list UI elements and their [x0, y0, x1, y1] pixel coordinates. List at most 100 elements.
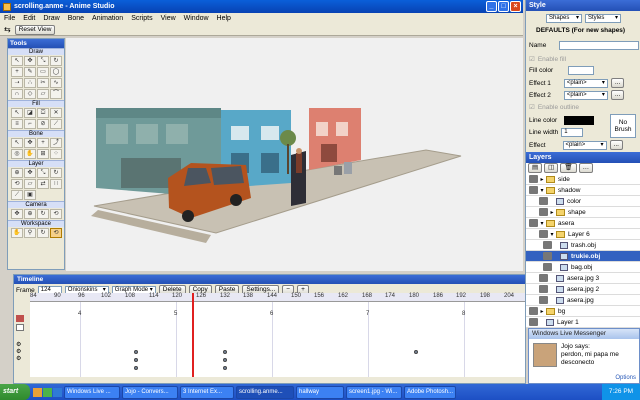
keyframe[interactable]	[134, 358, 138, 362]
zoom-camera-icon[interactable]: ⊕	[24, 209, 36, 219]
translate-bone-icon[interactable]: ✥	[24, 138, 36, 148]
task-scrolling-anme[interactable]: scrolling.anme...	[236, 385, 294, 399]
visibility-icon[interactable]	[539, 274, 548, 282]
task-screen1-jpg[interactable]: screen1.jpg - Wi...	[346, 385, 402, 399]
bone-strength-icon[interactable]: ◎	[11, 149, 23, 159]
pan-workspace-icon[interactable]: ✋	[11, 228, 23, 238]
layer-select-icon[interactable]: ▣	[24, 190, 36, 200]
layer-row-asera-jpg-2[interactable]: asera.jpg 2	[526, 284, 640, 295]
layer-row-asera-jpg-3[interactable]: asera.jpg 3	[526, 273, 640, 284]
menu-view[interactable]: View	[161, 15, 176, 22]
bind-layer-icon[interactable]: ⊞	[37, 149, 49, 159]
magnet-icon[interactable]: ∩	[11, 89, 23, 99]
bind-points-icon[interactable]: ⁘	[50, 149, 62, 159]
effect2-dropdown[interactable]: <plain> ▾	[563, 90, 608, 100]
stroke-exposure-icon[interactable]: ⊘	[37, 119, 49, 129]
roll-camera-icon[interactable]: ↻	[37, 209, 49, 219]
visibility-icon[interactable]	[529, 186, 538, 194]
channel-color-icon[interactable]	[16, 315, 24, 322]
paint-bucket-icon[interactable]: ⛋	[37, 108, 49, 118]
messenger-notification[interactable]: Windows Live Messenger Jojo says: perdon…	[528, 328, 640, 384]
enable-fill-checkbox[interactable]: ☑	[529, 55, 535, 63]
key-channel-icon[interactable]: ⚙	[16, 348, 26, 355]
eyedropper-layer-icon[interactable]: ⟋	[11, 190, 23, 200]
curvature-icon[interactable]: ∿	[50, 78, 62, 88]
rotate-workspace-icon[interactable]: ↻	[37, 228, 49, 238]
effect-more-button[interactable]: ...	[609, 140, 623, 150]
layer-row-bag-obj[interactable]: bag.obj	[526, 262, 640, 273]
layer-row-trukie-obj[interactable]: trukie.obj	[526, 251, 640, 262]
fill-color-swatch[interactable]	[568, 66, 595, 75]
bend-icon[interactable]: ⌒	[50, 89, 62, 99]
line-color-swatch[interactable]	[564, 116, 595, 125]
system-tray-clock[interactable]: 7:26 PM	[602, 384, 640, 400]
visibility-icon[interactable]	[539, 230, 548, 238]
shear-layer-icon[interactable]: ▱	[24, 179, 36, 189]
channel-checkbox-icon[interactable]	[16, 324, 24, 331]
timeline-ruler[interactable]: 84 90 96 102 108 114 120 126 132 138 144…	[30, 293, 525, 302]
task-windows-live[interactable]: Windows Live ...	[64, 385, 120, 399]
arrows-icon[interactable]: ⇆	[4, 25, 11, 34]
key-channel-icon[interactable]: ⚙	[16, 341, 26, 348]
keyframe[interactable]	[414, 350, 418, 354]
layer-row-asera[interactable]: ▾ asera	[526, 218, 640, 229]
orbit-workspace-icon[interactable]: ⟲	[50, 228, 62, 238]
keyframe[interactable]	[134, 366, 138, 370]
layer-row-side[interactable]: ▸ side	[526, 174, 640, 185]
quicklaunch-icon[interactable]	[33, 387, 42, 397]
create-shape-icon[interactable]: ◪	[24, 108, 36, 118]
visibility-icon[interactable]	[529, 175, 538, 183]
particle-layer-icon[interactable]: ∷	[50, 179, 62, 189]
manipulate-bones-icon[interactable]: ✋	[24, 149, 36, 159]
select-points-icon[interactable]: ↖	[11, 56, 23, 66]
scale-points-icon[interactable]: ⤡	[37, 56, 49, 66]
new-layer-icon[interactable]: ▤	[528, 163, 543, 173]
maximize-button[interactable]: □	[498, 1, 509, 12]
close-button[interactable]: ×	[510, 1, 521, 12]
translate-points-icon[interactable]: ✥	[24, 56, 36, 66]
delete-shape-icon[interactable]: ✕	[50, 108, 62, 118]
no-brush-button[interactable]: No Brush	[610, 114, 636, 138]
visibility-icon[interactable]	[543, 263, 552, 271]
shapes-dropdown[interactable]: Shapes ▾	[546, 14, 582, 23]
reparent-bone-icon[interactable]: ⤴	[50, 138, 62, 148]
layer-row-asera-jpg[interactable]: asera.jpg	[526, 295, 640, 306]
translate-layer-icon[interactable]: ✥	[24, 168, 36, 178]
menu-scripts[interactable]: Scripts	[131, 15, 152, 22]
messenger-options-link[interactable]: Options	[615, 375, 636, 381]
menu-animation[interactable]: Animation	[92, 15, 123, 22]
visibility-icon[interactable]	[539, 208, 548, 216]
track-camera-icon[interactable]: ✥	[11, 209, 23, 219]
rectangle-icon[interactable]: ▭	[37, 67, 49, 77]
effect2-more-button[interactable]: ...	[610, 90, 625, 100]
layer-row-shape[interactable]: ▸ shape	[526, 207, 640, 218]
menu-help[interactable]: Help	[217, 15, 231, 22]
scale-layer-icon[interactable]: ⤡	[37, 168, 49, 178]
add-point-icon[interactable]: +	[11, 67, 23, 77]
name-field[interactable]	[559, 41, 640, 50]
delete-edge-icon[interactable]: ✂	[37, 78, 49, 88]
canvas-viewport[interactable]	[66, 38, 523, 271]
layer-row-trash-obj[interactable]: trash.obj	[526, 240, 640, 251]
layer-settings-icon[interactable]: …	[578, 163, 594, 173]
keyframe[interactable]	[223, 358, 227, 362]
start-button[interactable]: start	[0, 384, 30, 400]
rotate-layer-xy-icon[interactable]: ⟲	[11, 179, 23, 189]
perspective-icon[interactable]: ◇	[24, 89, 36, 99]
shear-icon[interactable]: ▱	[37, 89, 49, 99]
layer-row-bg[interactable]: ▸ bg	[526, 306, 640, 317]
arrow-icon[interactable]: ➝	[11, 78, 23, 88]
visibility-icon[interactable]	[539, 197, 548, 205]
rotate-points-icon[interactable]: ↻	[50, 56, 62, 66]
effect1-dropdown[interactable]: <plain> ▾	[563, 78, 608, 88]
reset-view-button[interactable]: Reset View	[14, 24, 56, 35]
visibility-icon[interactable]	[529, 219, 538, 227]
line-width-field[interactable]: 1	[561, 128, 584, 137]
eyedropper-icon[interactable]: ⟋	[50, 119, 62, 129]
enable-outline-checkbox[interactable]: ☑	[529, 103, 535, 111]
menu-bone[interactable]: Bone	[68, 15, 84, 22]
key-channel-icon[interactable]: ⚙	[16, 355, 26, 362]
freehand-icon[interactable]: ✎	[24, 67, 36, 77]
quicklaunch-icon[interactable]	[43, 387, 52, 397]
layer-row-layer-6[interactable]: ▾ Layer 6	[526, 229, 640, 240]
